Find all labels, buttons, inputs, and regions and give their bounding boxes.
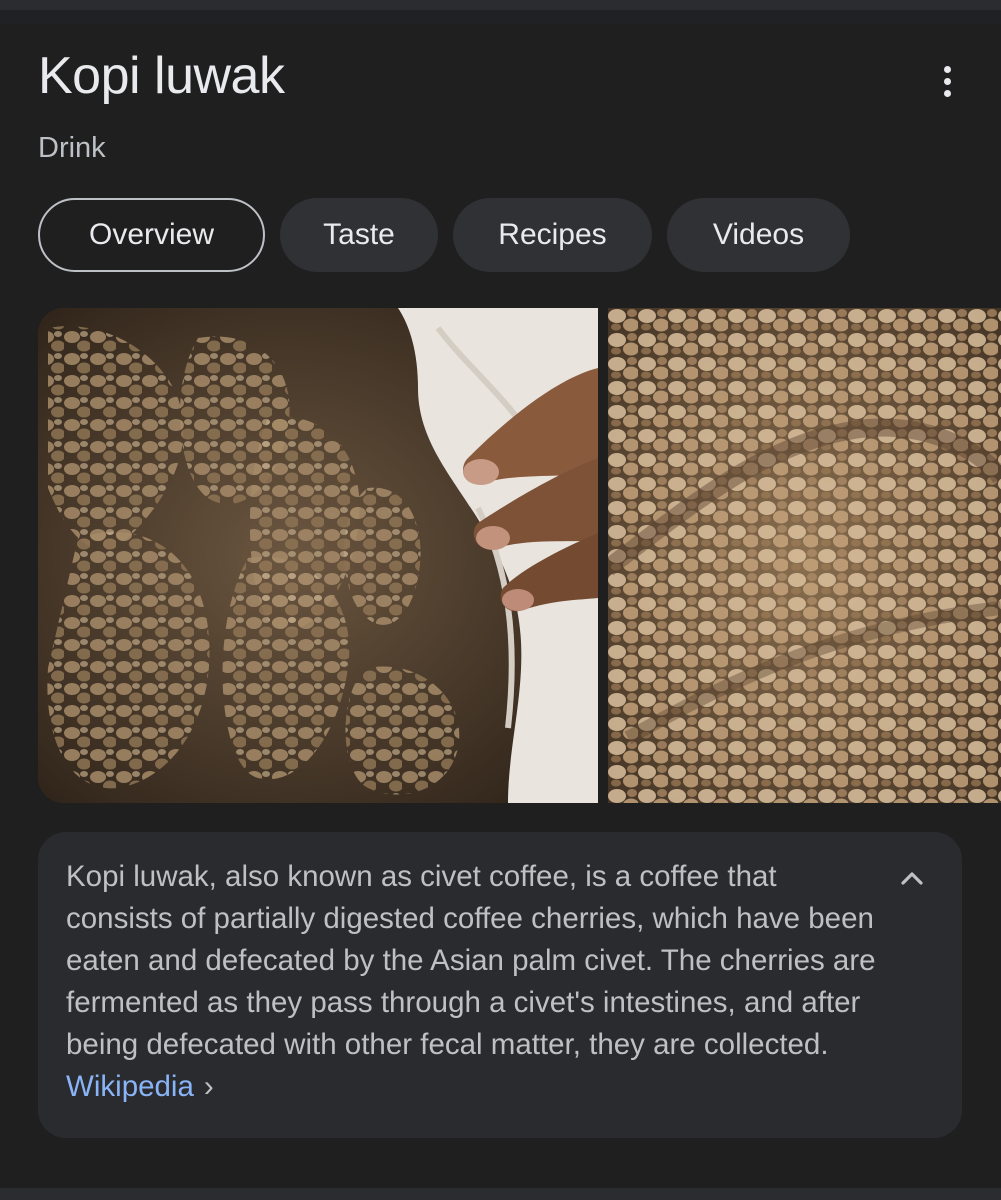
entity-type: Drink — [38, 132, 106, 164]
bottom-strip — [0, 1188, 1001, 1200]
more-options-button[interactable] — [926, 60, 968, 102]
page-title: Kopi luwak — [38, 47, 285, 105]
more-vert-icon-dot — [943, 89, 951, 97]
top-strip — [0, 0, 1001, 10]
chevron-up-icon — [901, 872, 923, 885]
wikipedia-link[interactable]: Wikipedia › — [66, 1070, 214, 1103]
source-label: Wikipedia — [66, 1070, 194, 1103]
description-text: Kopi luwak, also known as civet coffee, … — [66, 856, 886, 1108]
kopi-luwak-image-1[interactable] — [38, 308, 598, 803]
more-vert-icon — [943, 65, 951, 73]
tab-videos-label: Videos — [712, 218, 805, 251]
description-card: Kopi luwak, also known as civet coffee, … — [38, 832, 962, 1138]
chevron-right-icon: › — [203, 1070, 214, 1103]
description-body: Kopi luwak, also known as civet coffee, … — [66, 860, 876, 1061]
tab-recipes[interactable]: Recipes — [453, 198, 652, 272]
tab-videos[interactable]: Videos — [667, 198, 850, 272]
collapse-button[interactable] — [890, 856, 934, 900]
coffee-beans-photo-1 — [38, 308, 598, 803]
coffee-beans-photo-2 — [608, 308, 1001, 803]
more-vert-icon-dot — [943, 77, 951, 85]
tab-overview[interactable]: Overview — [38, 198, 265, 272]
tab-recipes-label: Recipes — [498, 218, 607, 251]
kopi-luwak-image-2[interactable] — [608, 308, 1001, 803]
tab-taste-label: Taste — [323, 218, 395, 251]
tab-taste[interactable]: Taste — [280, 198, 438, 272]
tab-overview-label: Overview — [88, 218, 215, 251]
